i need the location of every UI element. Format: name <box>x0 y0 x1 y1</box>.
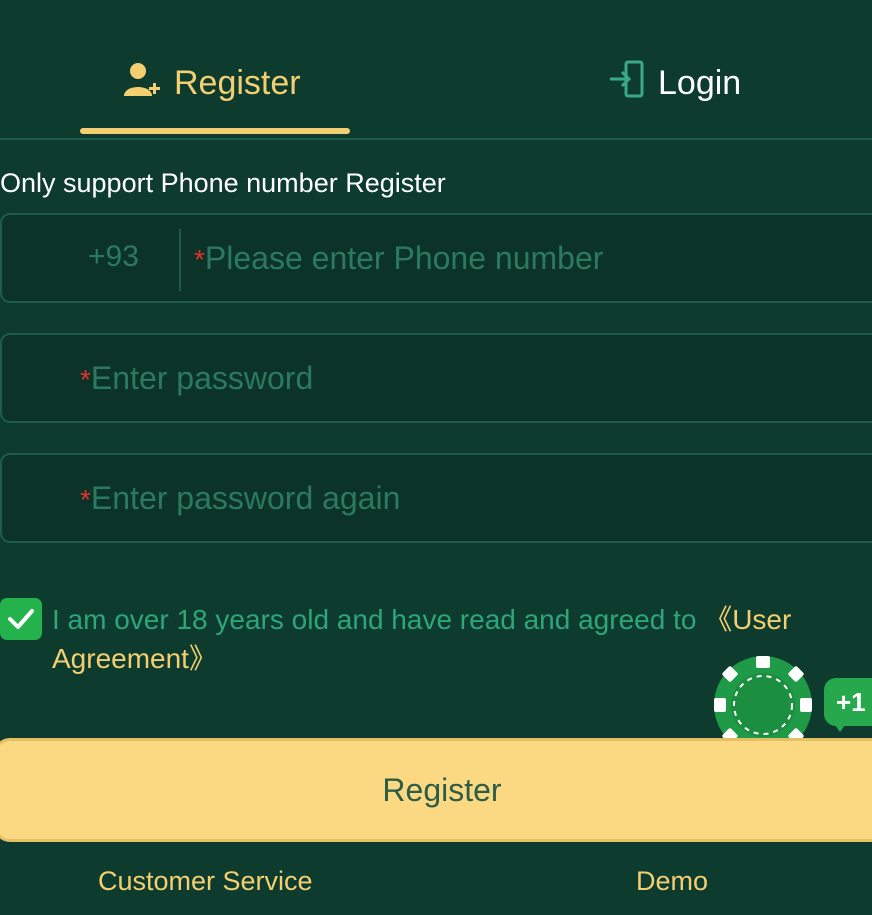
demo-link[interactable]: Demo <box>636 866 708 897</box>
phone-field[interactable]: +93 *Please enter Phone number <box>0 213 872 303</box>
confirm-password-placeholder-text: Enter password again <box>90 480 401 516</box>
customer-service-link[interactable]: Customer Service <box>98 866 313 897</box>
tab-register[interactable]: Register <box>122 55 301 111</box>
password-placeholder: *Enter password <box>80 360 313 397</box>
form-subtitle: Only support Phone number Register <box>0 168 446 198</box>
checkmark-icon <box>8 609 34 629</box>
required-mark: * <box>80 364 91 395</box>
add-user-icon <box>122 60 162 107</box>
tab-login[interactable]: Login <box>608 55 741 111</box>
tab-register-label: Register <box>174 63 301 102</box>
register-button[interactable]: Register <box>0 738 872 842</box>
auth-tabs: Register Login <box>0 0 872 140</box>
agreement-checkbox[interactable] <box>0 598 42 640</box>
password-field[interactable]: *Enter password <box>0 333 872 423</box>
password-placeholder-text: Enter password <box>90 360 314 396</box>
required-mark: * <box>194 244 205 275</box>
agreement-statement: I am over 18 years old and have read and… <box>52 604 705 635</box>
badge-tail <box>830 718 850 732</box>
tab-login-label: Login <box>658 63 742 102</box>
field-divider <box>179 229 181 291</box>
confirm-password-field[interactable]: *Enter password again <box>0 453 872 543</box>
login-door-icon <box>608 59 646 108</box>
country-code-select[interactable]: +93 <box>88 240 139 274</box>
active-tab-indicator <box>80 128 350 134</box>
phone-placeholder: *Please enter Phone number <box>194 240 603 277</box>
required-mark: * <box>80 484 91 515</box>
confirm-password-placeholder: *Enter password again <box>80 480 400 517</box>
phone-placeholder-text: Please enter Phone number <box>204 240 604 276</box>
